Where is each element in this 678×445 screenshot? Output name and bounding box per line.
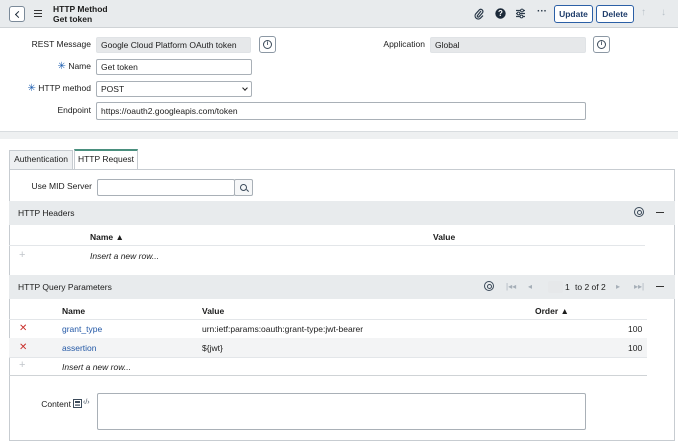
query-params-title: HTTP Query Parameters: [18, 282, 112, 292]
arrow-up-icon[interactable]: ↑: [641, 7, 646, 18]
form-header: HTTP Method Get token ? ··· Update Delet…: [0, 0, 678, 28]
delete-x-icon[interactable]: ✕: [19, 342, 27, 353]
info-icon: i: [597, 40, 606, 49]
help-circle-icon[interactable]: ?: [495, 8, 506, 23]
param-order[interactable]: 100: [628, 324, 642, 334]
params-value-column[interactable]: Value: [202, 306, 224, 316]
param-name-link[interactable]: grant_type: [62, 324, 102, 334]
params-order-column[interactable]: Order ▲: [535, 306, 569, 316]
application-label: Application: [383, 39, 425, 49]
delete-button[interactable]: Delete: [596, 5, 634, 23]
delete-x-icon[interactable]: ✕: [19, 323, 27, 334]
param-value[interactable]: ${jwt}: [202, 343, 223, 353]
query-params-section-header: HTTP Query Parameters |◂◂ ◂ 1 to 2 of 2 …: [9, 275, 675, 299]
update-button[interactable]: Update: [554, 5, 593, 23]
previous-page-icon[interactable]: ◂: [528, 282, 532, 291]
required-marker: ✳: [57, 61, 66, 72]
tab-authentication[interactable]: Authentication: [9, 150, 73, 169]
rest-message-field[interactable]: Google Cloud Platform OAuth token: [96, 37, 251, 53]
http-method-select[interactable]: POST: [96, 81, 252, 97]
paperclip-icon[interactable]: [474, 8, 484, 24]
chevron-left-icon: [14, 10, 22, 18]
ellipsis-icon[interactable]: ···: [537, 6, 547, 18]
mid-server-input[interactable]: [97, 179, 235, 196]
gear-icon[interactable]: [634, 207, 644, 217]
plus-icon: +: [19, 359, 26, 371]
record-name-title: Get token: [53, 14, 93, 24]
chevron-down-icon: [242, 85, 248, 91]
next-page-icon[interactable]: ▸: [616, 282, 620, 291]
headers-value-column[interactable]: Value: [433, 232, 455, 242]
minus-icon[interactable]: [656, 212, 664, 214]
name-label: ✳ Name: [57, 61, 91, 72]
content-label: Content: [41, 399, 71, 409]
plus-icon: +: [19, 249, 26, 261]
param-order[interactable]: 100: [628, 343, 642, 353]
script-include-icon[interactable]: [73, 399, 82, 410]
page-range: to 2 of 2: [575, 282, 606, 292]
page-number-input[interactable]: [548, 281, 563, 293]
param-value[interactable]: urn:ietf:params:oauth:grant-type:jwt-bea…: [202, 324, 363, 334]
row-divider: [9, 357, 647, 358]
row-divider: [9, 375, 647, 376]
rest-message-info-button[interactable]: i: [259, 36, 276, 53]
name-input[interactable]: Get token: [96, 59, 252, 75]
last-page-icon[interactable]: ▸▸|: [634, 282, 644, 291]
svg-text:?: ?: [498, 9, 503, 18]
minus-icon[interactable]: [656, 286, 664, 288]
record-type-title: HTTP Method: [53, 4, 108, 14]
http-headers-title: HTTP Headers: [18, 208, 75, 218]
code-icon[interactable]: ‹/›: [83, 399, 90, 406]
http-method-label: ✳ HTTP method: [27, 83, 91, 94]
first-page-icon[interactable]: |◂◂: [506, 282, 516, 291]
tab-http-request[interactable]: HTTP Request: [74, 149, 138, 169]
headers-name-column[interactable]: Name ▲: [90, 232, 124, 242]
row-divider: [9, 245, 645, 246]
page-current: 1: [565, 282, 570, 292]
required-marker: ✳: [27, 83, 36, 94]
content-textarea[interactable]: [97, 393, 586, 430]
http-headers-section-header: HTTP Headers: [9, 201, 675, 225]
row-divider: [9, 319, 647, 320]
back-button[interactable]: [9, 6, 25, 22]
table-row: [9, 338, 647, 357]
endpoint-input[interactable]: https://oauth2.googleapis.com/token: [96, 102, 586, 120]
section-divider: [0, 131, 678, 139]
mid-server-search-button[interactable]: [234, 179, 253, 196]
application-info-button[interactable]: i: [593, 36, 610, 53]
mid-server-label: Use MID Server: [31, 181, 92, 191]
headers-insert-row[interactable]: Insert a new row...: [90, 251, 159, 261]
rest-message-label: REST Message: [31, 39, 91, 49]
endpoint-label: Endpoint: [57, 105, 91, 115]
param-name-link[interactable]: assertion: [62, 343, 97, 353]
params-name-column[interactable]: Name: [62, 306, 85, 316]
info-icon: i: [263, 40, 272, 49]
gear-icon[interactable]: [484, 281, 494, 291]
search-icon: [240, 184, 247, 191]
arrow-down-icon[interactable]: ↓: [661, 7, 666, 18]
application-field[interactable]: Global: [430, 37, 586, 53]
sliders-icon[interactable]: [515, 8, 526, 23]
params-insert-row[interactable]: Insert a new row...: [62, 362, 131, 372]
hamburger-menu-icon[interactable]: [34, 10, 42, 17]
